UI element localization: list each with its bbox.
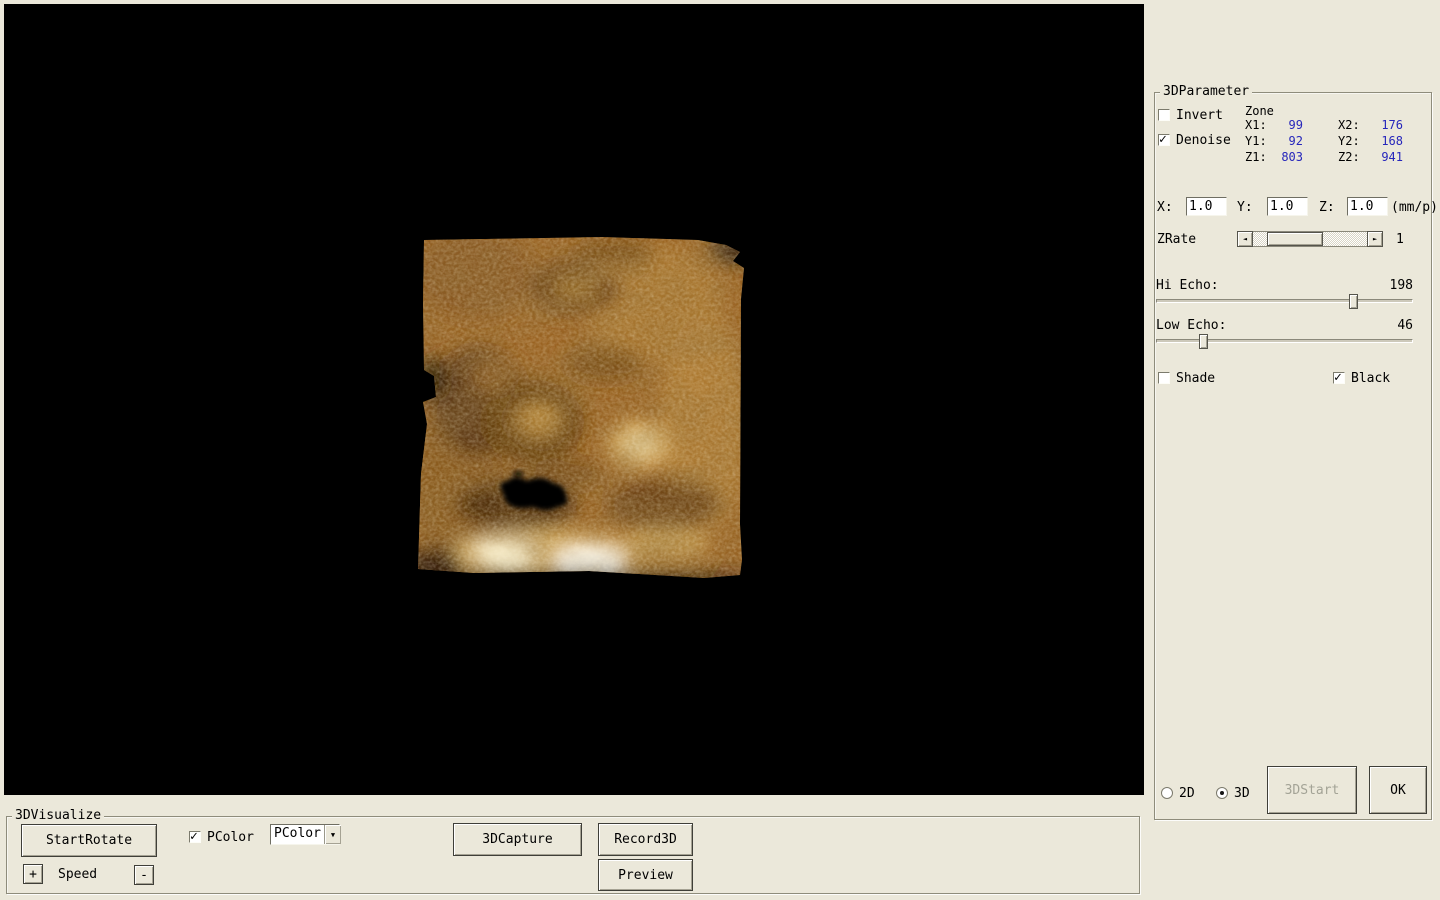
zrate-scrollbar[interactable]: ◄ ►	[1237, 231, 1383, 247]
zone-z2-value: 941	[1367, 150, 1403, 164]
mode-3d-label: 3D	[1234, 786, 1250, 801]
shade-label: Shade	[1176, 371, 1215, 386]
pcolor-checkbox-box	[189, 831, 201, 843]
zrate-scroll-track[interactable]	[1253, 231, 1367, 247]
hi-echo-slider-thumb[interactable]	[1349, 294, 1358, 309]
mode-2d-radio[interactable]: 2D	[1161, 786, 1195, 800]
pcolor-combobox[interactable]: PColor ▼	[270, 824, 340, 845]
zrate-scroll-left-button[interactable]: ◄	[1237, 231, 1253, 247]
mode-2d-radio-circle	[1161, 787, 1173, 799]
z-scale-label: Z:	[1319, 200, 1335, 215]
low-echo-label: Low Echo:	[1156, 318, 1226, 333]
zone-x2-label: X2:	[1338, 118, 1360, 132]
invert-checkbox[interactable]: Invert	[1158, 108, 1223, 122]
left-arrow-icon: ◄	[1243, 235, 1247, 243]
parameter-panel: 3DParameter Invert Denoise Zone X1: 99 X…	[1144, 0, 1440, 900]
x-scale-label: X:	[1157, 200, 1173, 215]
black-checkbox-box	[1333, 372, 1345, 384]
ultrasound-render-image	[4, 4, 1144, 795]
zrate-scroll-thumb[interactable]	[1267, 232, 1323, 246]
zone-title: Zone	[1245, 104, 1274, 118]
visualize-panel: 3DVisualize StartRotate PColor PColor ▼ …	[0, 795, 1144, 900]
mode-3d-radio[interactable]: 3D	[1216, 786, 1250, 800]
chevron-down-icon: ▼	[331, 831, 335, 839]
shade-checkbox[interactable]: Shade	[1158, 371, 1215, 385]
zrate-value: 1	[1396, 232, 1404, 247]
black-checkbox[interactable]: Black	[1333, 371, 1390, 385]
zone-y2-label: Y2:	[1338, 134, 1360, 148]
scale-unit-label: (mm/p)	[1391, 200, 1438, 215]
zone-z2-label: Z2:	[1338, 150, 1360, 164]
hi-echo-value: 198	[1353, 278, 1413, 293]
y-scale-label: Y:	[1237, 200, 1253, 215]
visualize-groupbox: 3DVisualize StartRotate PColor PColor ▼ …	[6, 816, 1140, 894]
low-echo-slider[interactable]	[1156, 339, 1413, 343]
ok-button[interactable]: OK	[1369, 766, 1427, 814]
denoise-label: Denoise	[1176, 133, 1231, 148]
invert-checkbox-box	[1158, 109, 1170, 121]
zone-x2-value: 176	[1367, 118, 1403, 132]
pcolor-combobox-value: PColor	[271, 825, 324, 844]
speed-plus-button[interactable]: +	[23, 864, 43, 884]
pcolor-checkbox[interactable]: PColor	[189, 830, 254, 844]
visualize-group-title: 3DVisualize	[12, 808, 104, 823]
parameter-groupbox: 3DParameter Invert Denoise Zone X1: 99 X…	[1154, 92, 1432, 820]
capture-3d-button[interactable]: 3DCapture	[453, 823, 582, 856]
denoise-checkbox[interactable]: Denoise	[1158, 133, 1231, 147]
low-echo-slider-thumb[interactable]	[1199, 334, 1208, 349]
preview-button[interactable]: Preview	[598, 859, 693, 891]
app-window: 3DParameter Invert Denoise Zone X1: 99 X…	[0, 0, 1440, 900]
zrate-scroll-right-button[interactable]: ►	[1367, 231, 1383, 247]
zone-x1-value: 99	[1273, 118, 1303, 132]
render-viewport[interactable]	[4, 4, 1144, 795]
zone-z1-label: Z1:	[1245, 150, 1267, 164]
hi-echo-label: Hi Echo:	[1156, 278, 1219, 293]
record-3d-button[interactable]: Record3D	[598, 823, 693, 856]
start-3d-button[interactable]: 3DStart	[1267, 766, 1357, 814]
invert-label: Invert	[1176, 108, 1223, 123]
parameter-group-title: 3DParameter	[1160, 84, 1252, 99]
speed-minus-button[interactable]: -	[134, 865, 154, 885]
x-scale-input[interactable]	[1186, 197, 1227, 216]
start-rotate-button[interactable]: StartRotate	[21, 824, 157, 857]
denoise-checkbox-box	[1158, 134, 1170, 146]
speed-label: Speed	[58, 867, 97, 882]
black-label: Black	[1351, 371, 1390, 386]
shade-checkbox-box	[1158, 372, 1170, 384]
zrate-label: ZRate	[1157, 232, 1196, 247]
mode-3d-radio-circle	[1216, 787, 1228, 799]
hi-echo-slider[interactable]	[1156, 299, 1413, 303]
z-scale-input[interactable]	[1347, 197, 1388, 216]
zone-y1-value: 92	[1273, 134, 1303, 148]
zone-y2-value: 168	[1367, 134, 1403, 148]
zone-y1-label: Y1:	[1245, 134, 1267, 148]
right-arrow-icon: ►	[1373, 235, 1377, 243]
zone-z1-value: 803	[1273, 150, 1303, 164]
mode-2d-label: 2D	[1179, 786, 1195, 801]
pcolor-checkbox-label: PColor	[207, 830, 254, 845]
zone-x1-label: X1:	[1245, 118, 1267, 132]
y-scale-input[interactable]	[1267, 197, 1308, 216]
pcolor-combobox-dropdown-button[interactable]: ▼	[324, 825, 341, 844]
low-echo-value: 46	[1353, 318, 1413, 333]
